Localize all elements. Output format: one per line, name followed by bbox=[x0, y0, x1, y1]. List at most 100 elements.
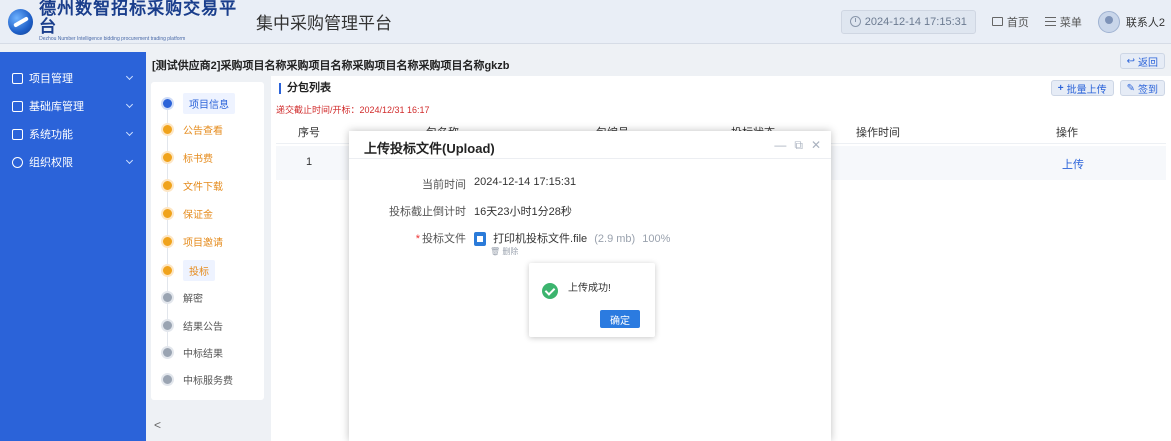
datetime-text: 2024-12-14 17:15:31 bbox=[864, 15, 967, 28]
clock-icon bbox=[849, 16, 861, 27]
home-label: 首页 bbox=[1006, 16, 1029, 29]
current-time-label: 当前时间 bbox=[422, 179, 466, 191]
upload-link[interactable]: 上传 bbox=[1062, 156, 1084, 172]
monitor-icon bbox=[12, 128, 23, 140]
step-deposit[interactable]: 保证金 bbox=[161, 206, 213, 221]
avatar bbox=[1097, 10, 1120, 33]
step-label: 文件下载 bbox=[183, 182, 223, 193]
file-label: 投标文件 bbox=[422, 233, 466, 245]
check-circle-icon bbox=[542, 283, 558, 299]
project-title: [测试供应商2]采购项目名称采购项目名称采购项目名称采购项目名称gkzb bbox=[152, 60, 510, 72]
step-label: 中标服务费 bbox=[183, 376, 233, 387]
delete-label: 删除 bbox=[502, 247, 519, 256]
user-name: 联系人2 bbox=[1125, 16, 1165, 29]
step-dot-icon bbox=[161, 346, 174, 359]
step-label: 项目信息 bbox=[183, 93, 235, 114]
sidebar-item-base-library[interactable]: 基础库管理 bbox=[0, 92, 146, 120]
step-result-announcement[interactable]: 结果公告 bbox=[161, 318, 223, 333]
delete-file-button[interactable]: 🗑 删除 bbox=[490, 246, 518, 257]
step-file-download[interactable]: 文件下载 bbox=[161, 178, 223, 193]
step-label: 解密 bbox=[183, 294, 203, 305]
edit-icon: ✎ bbox=[1126, 82, 1135, 94]
logo-icon bbox=[8, 8, 34, 35]
chevron-down-icon bbox=[125, 156, 134, 165]
step-bid[interactable]: 投标 bbox=[161, 260, 215, 281]
user-menu[interactable]: 联系人2 bbox=[1097, 10, 1165, 33]
step-dot-icon bbox=[161, 319, 174, 332]
column-header: 操作时间 bbox=[856, 127, 900, 139]
platform-title: 集中采购管理平台 bbox=[256, 14, 392, 33]
step-project-info[interactable]: 项目信息 bbox=[161, 93, 235, 114]
collapse-sidebar-button[interactable]: < bbox=[154, 418, 161, 432]
column-header: 操作 bbox=[1056, 127, 1078, 139]
project-icon bbox=[12, 72, 23, 84]
current-time-row: 当前时间 2024-12-14 17:15:31 bbox=[349, 176, 576, 192]
sign-in-label: 签到 bbox=[1138, 84, 1158, 96]
step-label: 投标 bbox=[183, 260, 215, 281]
row-index: 1 bbox=[306, 156, 313, 168]
sidebar-item-system-functions[interactable]: 系统功能 bbox=[0, 120, 146, 148]
countdown-value: 16天23小时1分28秒 bbox=[474, 206, 572, 218]
logo-subtitle: Dezhou Number Intelligence bidding procu… bbox=[39, 36, 186, 42]
countdown-row: 投标截止倒计时 16天23小时1分28秒 bbox=[349, 203, 572, 219]
current-time-value: 2024-12-14 17:15:31 bbox=[474, 176, 577, 188]
back-label: 返回 bbox=[1138, 57, 1158, 69]
file-progress: 100% bbox=[642, 233, 671, 245]
file-size: (2.9 mb) bbox=[594, 233, 636, 245]
file-icon bbox=[474, 232, 486, 247]
step-announcement[interactable]: 公告查看 bbox=[161, 122, 223, 137]
step-dot-icon bbox=[161, 97, 174, 110]
chevron-down-icon bbox=[125, 128, 134, 137]
required-mark: * bbox=[415, 233, 420, 245]
step-label: 公告查看 bbox=[183, 126, 223, 137]
modal-title: 上传投标文件(Upload) bbox=[364, 141, 495, 156]
trash-icon: 🗑 bbox=[490, 247, 501, 256]
chevron-down-icon bbox=[125, 100, 134, 109]
file-row: * 投标文件 打印机投标文件.file (2.9 mb) 100% bbox=[349, 230, 671, 247]
uploaded-file[interactable]: 打印机投标文件.file (2.9 mb) 100% bbox=[474, 230, 671, 247]
step-tender-fee[interactable]: 标书费 bbox=[161, 150, 213, 165]
sidebar-item-org-permissions[interactable]: 组织权限 bbox=[0, 148, 146, 176]
home-link[interactable]: 首页 bbox=[991, 14, 1029, 30]
chevron-down-icon bbox=[125, 72, 134, 81]
shield-icon bbox=[12, 156, 23, 168]
close-icon[interactable]: ✕ bbox=[811, 139, 821, 151]
sidebar-item-label: 系统功能 bbox=[29, 129, 73, 141]
step-service-fee[interactable]: 中标服务费 bbox=[161, 372, 233, 387]
step-label: 中标结果 bbox=[183, 349, 223, 360]
batch-upload-button[interactable]: + 批量上传 bbox=[1050, 80, 1114, 96]
step-label: 标书费 bbox=[183, 154, 213, 165]
deadline-text: 递交截止时间/开标：2024/12/31 16:17 bbox=[276, 105, 430, 115]
step-dot-icon bbox=[161, 179, 174, 192]
top-header: 德州数智招标采购交易平台 Dezhou Number Intelligence … bbox=[0, 0, 1171, 44]
minimize-icon[interactable]: — bbox=[774, 139, 786, 151]
confirm-button[interactable]: 确定 bbox=[600, 310, 640, 328]
home-icon bbox=[991, 17, 1003, 26]
step-dot-icon bbox=[161, 291, 174, 304]
platform-logo[interactable]: 德州数智招标采购交易平台 Dezhou Number Intelligence … bbox=[8, 0, 248, 43]
sidebar-item-label: 基础库管理 bbox=[29, 101, 84, 113]
step-decrypt[interactable]: 解密 bbox=[161, 290, 203, 305]
step-label: 保证金 bbox=[183, 210, 213, 221]
step-dot-icon bbox=[161, 207, 174, 220]
sidebar: 项目管理 基础库管理 系统功能 组织权限 bbox=[0, 52, 146, 441]
back-button[interactable]: ↩ 返回 bbox=[1119, 53, 1165, 69]
step-dot-icon bbox=[161, 123, 174, 136]
sidebar-item-project-management[interactable]: 项目管理 bbox=[0, 64, 146, 92]
modal-header: 上传投标文件(Upload) — ⧉ ✕ bbox=[349, 131, 831, 159]
step-winning-result[interactable]: 中标结果 bbox=[161, 345, 223, 360]
success-dialog: 上传成功! 确定 bbox=[529, 263, 655, 337]
sign-in-button[interactable]: ✎ 签到 bbox=[1119, 80, 1165, 96]
step-label: 结果公告 bbox=[183, 322, 223, 333]
menu-link[interactable]: 菜单 bbox=[1044, 14, 1082, 30]
maximize-icon[interactable]: ⧉ bbox=[794, 139, 803, 151]
step-connector bbox=[167, 106, 168, 350]
menu-label: 菜单 bbox=[1059, 16, 1082, 29]
sidebar-item-label: 组织权限 bbox=[29, 157, 73, 169]
menu-icon bbox=[1044, 17, 1056, 26]
step-panel: 项目信息 公告查看 标书费 文件下载 保证金 项目邀请 投标 解密 结果公告 中… bbox=[151, 82, 264, 400]
file-name: 打印机投标文件.file bbox=[493, 233, 588, 245]
section-title: 分包列表 bbox=[279, 83, 331, 94]
step-label: 项目邀请 bbox=[183, 238, 223, 249]
step-project-invitation[interactable]: 项目邀请 bbox=[161, 234, 223, 249]
